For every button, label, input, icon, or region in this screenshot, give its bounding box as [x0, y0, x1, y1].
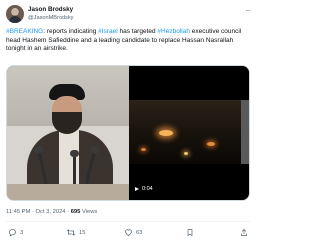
repost-button[interactable]: 15	[66, 227, 85, 239]
share-button[interactable]	[240, 227, 251, 239]
hashtag-breaking[interactable]: #BREAKING	[6, 28, 43, 35]
tweet-time[interactable]: 11:45 PM	[6, 209, 30, 215]
like-count: 63	[136, 230, 143, 236]
play-icon	[135, 187, 139, 191]
media-grid: 0:04	[6, 65, 250, 201]
author-handle[interactable]: @JasonMBrodsky	[28, 14, 73, 22]
reply-count: 3	[20, 230, 24, 236]
video-play-control[interactable]: 0:04	[135, 185, 153, 193]
city-light	[184, 152, 188, 155]
action-bar: 3 15 63	[6, 227, 250, 239]
repost-icon	[66, 229, 76, 236]
video-edge	[241, 100, 249, 164]
hashtag-israel[interactable]: #Israel	[98, 28, 118, 35]
view-count: 695	[70, 209, 81, 215]
explosion-glow	[159, 130, 173, 136]
tweet-header: Jason Brodsky @JasonMBrodsky ···	[6, 5, 251, 23]
heart-icon	[125, 229, 132, 236]
bookmark-button[interactable]	[186, 227, 197, 239]
repost-count: 15	[79, 230, 86, 236]
photo-speaker[interactable]	[7, 66, 129, 200]
video-frame	[129, 100, 241, 164]
photo-podium	[7, 184, 129, 200]
city-light	[141, 148, 146, 151]
bookmark-icon	[187, 229, 193, 237]
more-options-icon[interactable]: ···	[245, 7, 251, 15]
tweet-text-part: : reports indicating	[43, 28, 99, 35]
author-name[interactable]: Jason Brodsky	[28, 6, 73, 14]
divider	[6, 221, 250, 222]
video-player[interactable]: 0:04	[129, 66, 249, 200]
explosion-glow	[207, 142, 215, 146]
tweet-text-part: has targeted	[117, 28, 158, 35]
reply-button[interactable]: 3	[8, 227, 23, 239]
like-button[interactable]: 63	[124, 227, 142, 239]
avatar[interactable]	[6, 5, 24, 23]
reply-icon	[9, 229, 16, 237]
views-label: Views	[80, 209, 98, 215]
tweet-meta: 11:45 PM · Oct 3, 2024 · 695 Views	[6, 208, 97, 216]
microphone-icon	[70, 150, 79, 188]
share-icon	[241, 228, 247, 236]
tweet-text: #BREAKING: reports indicating #Israel ha…	[6, 28, 250, 54]
hashtag-hezbollah[interactable]: #Hezbollah	[157, 28, 190, 35]
video-duration: 0:04	[142, 186, 153, 192]
tweet-date[interactable]: Oct 3, 2024	[36, 209, 66, 215]
